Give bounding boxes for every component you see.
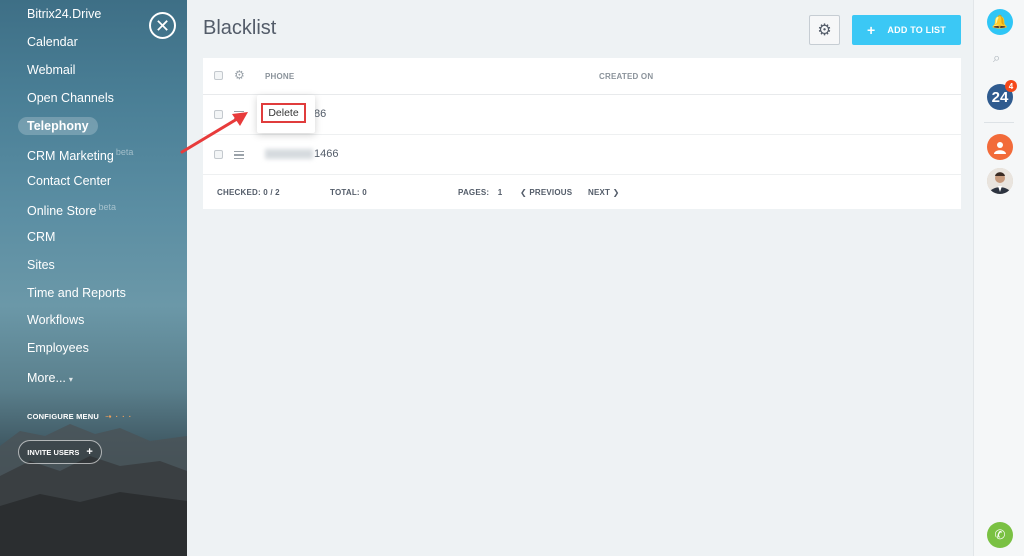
menu-item-label: CRM: [27, 230, 56, 244]
pages-value: 1: [497, 188, 503, 197]
close-icon: ✕: [154, 15, 171, 36]
menu-item-label: Time and Reports: [27, 286, 126, 300]
next-label: NEXT: [588, 188, 611, 197]
total-value: 0: [362, 188, 367, 197]
menu-item-online-store[interactable]: Online Store beta: [27, 202, 116, 218]
beta-badge: beta: [115, 147, 134, 157]
previous-label: PREVIOUS: [529, 188, 573, 197]
page-title: Blacklist: [203, 17, 277, 39]
menu-item-calendar[interactable]: Calendar: [27, 35, 78, 49]
annotation-arrow: [180, 112, 248, 154]
redacted-phone: [265, 149, 313, 160]
column-phone[interactable]: PHONE: [265, 72, 294, 81]
invite-users-label: INVITE USERS: [27, 447, 80, 457]
chevron-left-icon: ❮: [520, 188, 527, 197]
arrow-right-icon: ⇢ · · ·: [105, 412, 133, 421]
menu-item-label: Telephony: [27, 119, 89, 133]
invite-users-button[interactable]: INVITE USERS +: [18, 440, 102, 464]
menu-item-more[interactable]: More... ▾: [27, 371, 73, 385]
chevron-down-icon: ▾: [68, 375, 73, 384]
user-avatar-photo[interactable]: [987, 168, 1013, 194]
total-label: TOTAL:: [330, 188, 360, 197]
counter-label: 24: [991, 88, 1009, 106]
total-count: TOTAL: 0: [330, 188, 367, 197]
plus-icon: +: [867, 22, 876, 38]
menu-item-employees[interactable]: Employees: [27, 341, 89, 355]
notification-count-badge: 4: [1005, 80, 1017, 92]
close-menu-button[interactable]: ✕: [149, 12, 176, 39]
menu-item-label: Employees: [27, 341, 89, 355]
left-menu: ✕ Bitrix24.Drive Calendar Webmail Open Chan…: [0, 0, 187, 556]
menu-item-label: Webmail: [27, 63, 76, 77]
phone-visible-digits: 1466: [314, 148, 339, 160]
plus-icon: +: [86, 446, 93, 458]
grid-header: ⚙ PHONE CREATED ON: [203, 58, 961, 95]
menu-item-contact-center[interactable]: Contact Center: [27, 174, 111, 188]
column-settings-icon[interactable]: ⚙: [234, 68, 245, 82]
checked-label: CHECKED:: [217, 188, 261, 197]
table-row: 1466: [203, 135, 961, 175]
menu-item-workflows[interactable]: Workflows: [27, 313, 84, 327]
table-row: 86: [203, 95, 961, 135]
chevron-right-icon: ❯: [612, 188, 620, 197]
select-all-checkbox[interactable]: [214, 71, 223, 80]
menu-item-bitrix24-drive[interactable]: Bitrix24.Drive: [27, 7, 101, 21]
pages-label: PAGES:: [458, 188, 490, 197]
person-photo-icon: [987, 168, 1013, 194]
bell-icon: 🔔: [991, 14, 1009, 29]
menu-item-label: Bitrix24.Drive: [27, 7, 102, 21]
search-icon[interactable]: ⌕: [993, 50, 1000, 66]
pages-count: PAGES: 1: [458, 188, 502, 197]
checked-value: 0 / 2: [263, 188, 280, 197]
add-to-list-button[interactable]: + ADD TO LIST: [852, 15, 961, 45]
call-button[interactable]: ✆: [987, 522, 1013, 548]
add-to-list-label: ADD TO LIST: [887, 25, 946, 35]
checked-count: CHECKED: 0 / 2: [217, 188, 280, 197]
menu-item-crm[interactable]: CRM: [27, 230, 55, 244]
notifications-button[interactable]: 🔔: [987, 9, 1013, 35]
phone-visible-digits: 86: [314, 108, 327, 120]
phone-icon: ✆: [994, 527, 1006, 542]
menu-item-label: Online Store: [27, 204, 97, 219]
divider: [984, 122, 1014, 123]
menu-item-label: More...: [27, 371, 66, 385]
right-panel: 🔔 ⌕ 24 4 ✆: [973, 0, 1024, 556]
menu-item-label: Contact Center: [27, 174, 112, 188]
gear-icon: ⚙: [817, 22, 832, 39]
menu-item-label: CRM Marketing: [27, 149, 114, 164]
menu-item-crm-marketing[interactable]: CRM Marketing beta: [27, 147, 133, 163]
grid-footer: CHECKED: 0 / 2 TOTAL: 0 PAGES: 1 ❮ PREVI…: [203, 175, 961, 209]
blacklist-grid: ⚙ PHONE CREATED ON 86 1466 CHECKED: 0 / …: [203, 58, 961, 209]
mountain-background: [0, 424, 187, 556]
menu-item-label: Workflows: [27, 313, 85, 327]
beta-badge: beta: [98, 202, 117, 212]
previous-page-link[interactable]: ❮ PREVIOUS: [520, 188, 572, 197]
next-page-link[interactable]: NEXT ❯: [588, 188, 619, 197]
menu-item-label: Calendar: [27, 35, 78, 49]
menu-item-webmail[interactable]: Webmail: [27, 63, 75, 77]
column-created-on[interactable]: CREATED ON: [599, 72, 653, 81]
menu-item-label: Sites: [27, 258, 55, 272]
row-context-menu: Delete: [257, 95, 315, 133]
configure-menu-label: CONFIGURE MENU: [27, 412, 99, 421]
bitrix24-counter[interactable]: 24 4: [987, 80, 1017, 110]
menu-item-sites[interactable]: Sites: [27, 258, 55, 272]
menu-item-time-and-reports[interactable]: Time and Reports: [27, 286, 126, 300]
user-avatar-orange[interactable]: [987, 134, 1013, 160]
menu-item-label: Open Channels: [27, 91, 114, 105]
configure-menu-link[interactable]: CONFIGURE MENU ⇢ · · ·: [27, 412, 132, 421]
phone-cell: 1466: [265, 148, 338, 160]
menu-item-telephony[interactable]: Telephony: [18, 117, 98, 135]
user-icon: [994, 142, 1006, 154]
menu-item-open-channels[interactable]: Open Channels: [27, 91, 114, 105]
settings-button[interactable]: ⚙: [809, 15, 840, 45]
delete-menu-item[interactable]: Delete: [261, 103, 306, 123]
